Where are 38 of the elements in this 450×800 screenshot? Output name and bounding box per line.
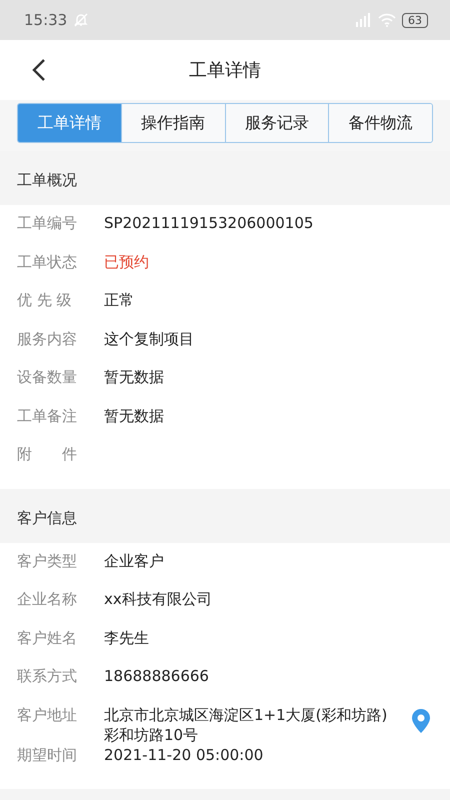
field-value: xx科技有限公司 (104, 589, 212, 609)
field-label: 工单状态 (17, 252, 78, 272)
field-value: 暂无数据 (104, 406, 164, 426)
field-label: 服务内容 (17, 328, 78, 348)
field-label: 联系方式 (17, 666, 78, 686)
field-value: 2021-11-20 05:00:00 (104, 744, 264, 764)
field-value: 李先生 (104, 628, 149, 648)
field-label: 期望时间 (17, 744, 78, 764)
field-label: 优 先 级 (17, 290, 73, 310)
field-label: 客户类型 (17, 550, 78, 570)
section-header: 客户信息 (16, 508, 78, 528)
field-label: 客户姓名 (17, 628, 78, 648)
signal-icon (354, 13, 372, 27)
field-label: 企业名称 (17, 589, 78, 609)
field-value: 暂无数据 (104, 367, 164, 387)
back-icon[interactable] (32, 58, 46, 82)
page-title: 工单详情 (189, 59, 261, 82)
tab[interactable]: 服务记录 (224, 104, 328, 142)
field-label: 工单备注 (17, 406, 78, 426)
field-label: 设备数量 (17, 367, 78, 387)
section-header: 工单概况 (16, 170, 78, 191)
field-value: 正常 (104, 290, 134, 310)
tab[interactable]: 备件物流 (328, 104, 432, 142)
field-value: 企业客户 (104, 550, 164, 570)
field-label: 附 件 (17, 444, 78, 464)
field-value: 18688886666 (104, 666, 209, 686)
field-value: 这个复制项目 (104, 328, 194, 348)
field-value: SP20211119153206000105 (104, 213, 314, 233)
wifi-icon (378, 13, 396, 27)
address-value: 北京市北京城区海淀区1+1大厦(彩和坊路)彩和坊路10号 (104, 704, 388, 744)
field-label: 工单编号 (17, 213, 78, 233)
status-value: 已预约 (104, 252, 149, 272)
bell-muted-icon (73, 12, 90, 28)
status-time: 15:33 (24, 11, 68, 29)
battery-indicator: 63 (402, 12, 428, 28)
location-pin-icon[interactable] (412, 708, 430, 732)
field-label: 客户地址 (17, 704, 78, 724)
tab[interactable]: 操作指南 (120, 104, 224, 142)
